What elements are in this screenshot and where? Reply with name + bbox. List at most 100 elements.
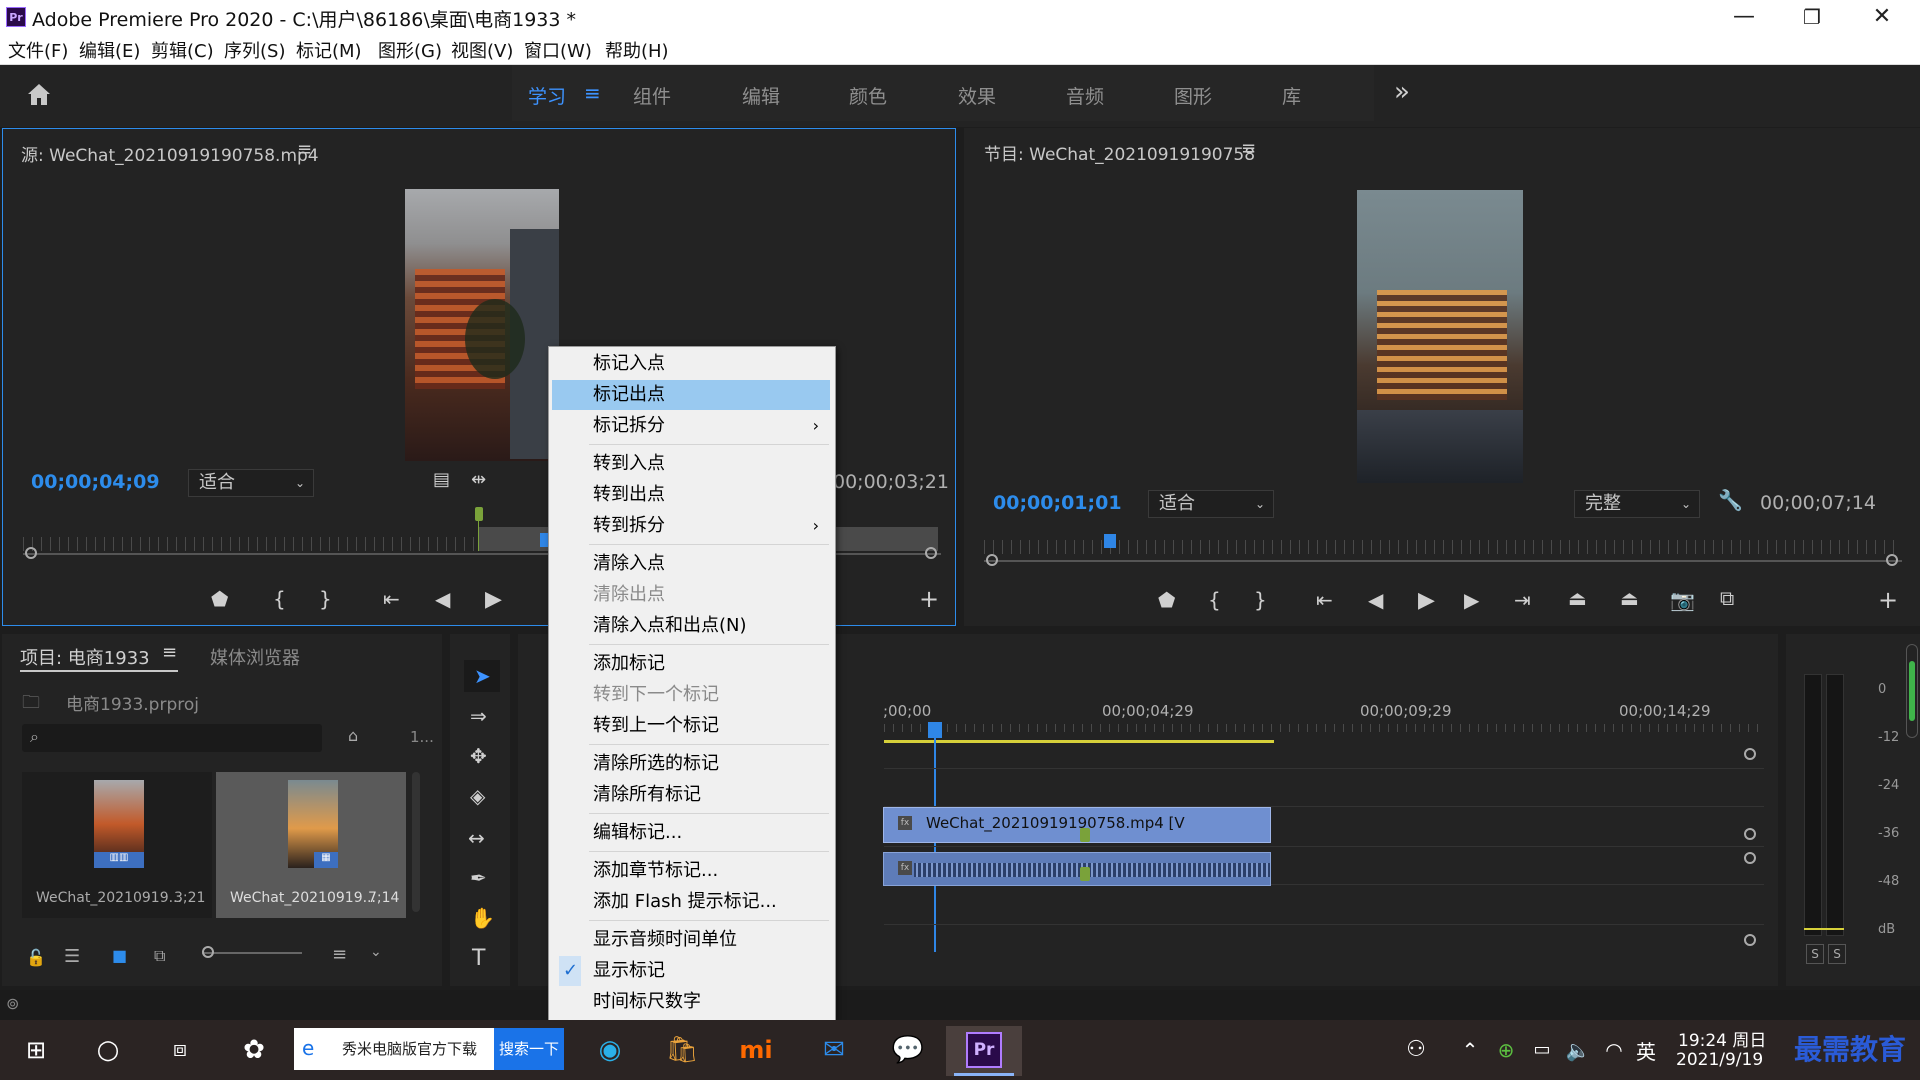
menu-item-add-flash-cue[interactable]: 添加 Flash 提示标记... [549, 887, 833, 917]
timeline-ruler[interactable] [884, 724, 1759, 732]
workspace-tab-libraries[interactable]: 库 [1282, 82, 1301, 109]
menu-item-add-chapter-marker[interactable]: 添加章节标记... [549, 856, 833, 886]
type-tool-icon[interactable]: T [472, 946, 485, 971]
sort-icon[interactable]: ≡ [332, 944, 347, 965]
go-to-in-icon[interactable]: ⇤ [383, 587, 400, 611]
wrench-icon[interactable]: 🔧 [1718, 488, 1743, 512]
menu-item-clear-in[interactable]: 清除入点 [549, 549, 833, 579]
mail-icon[interactable]: ✉ [814, 1030, 854, 1070]
menu-item-mark-split[interactable]: 标记拆分 › [549, 411, 833, 441]
button-editor-plus-icon[interactable]: + [1878, 586, 1898, 614]
menu-marker[interactable]: 标记(M) [296, 37, 362, 63]
task-view-icon[interactable]: ⧈ [160, 1030, 200, 1070]
premiere-taskbar-button[interactable]: Pr [946, 1026, 1022, 1076]
meter-scrollbar[interactable] [1906, 644, 1918, 738]
panel-menu-icon[interactable]: ≡ [162, 642, 177, 663]
battery-icon[interactable]: ▭ [1522, 1030, 1562, 1070]
drag-audio-icon[interactable]: ⇹ [471, 469, 486, 490]
wechat-icon[interactable]: 💬 [888, 1030, 928, 1070]
extract-icon[interactable]: ⏏ [1620, 586, 1639, 610]
lock-icon[interactable]: 🔓 [26, 948, 46, 967]
v-scroll-handle-top[interactable] [1744, 748, 1756, 760]
menu-item-clear-all-markers[interactable]: 清除所有标记 [549, 780, 833, 810]
add-marker-icon[interactable]: ⬟ [1158, 588, 1175, 612]
workspace-menu-icon[interactable]: ≡ [584, 81, 601, 105]
maximize-button[interactable]: ❐ [1778, 0, 1846, 34]
clock-date[interactable]: 2021/9/19 [1676, 1050, 1763, 1070]
input-method-indicator[interactable]: 英 [1636, 1036, 1656, 1065]
windows-start-icon[interactable]: ⊞ [16, 1030, 56, 1070]
panel-menu-icon[interactable]: ≡ [297, 139, 312, 160]
workspace-tab-color[interactable]: 颜色 [849, 82, 887, 109]
program-monitor-title[interactable]: 节目: WeChat_20210919190758 [984, 140, 1255, 165]
step-back-icon[interactable]: ◀︎ [435, 587, 450, 611]
pinwheel-app-icon[interactable]: ✿ [234, 1030, 274, 1070]
freeform-view-icon[interactable]: ⧉ [154, 946, 165, 966]
razor-tool-icon[interactable]: ◈ [470, 784, 485, 808]
more-workspaces-icon[interactable]: » [1394, 77, 1410, 107]
v-scroll-handle-bottom[interactable] [1744, 828, 1756, 840]
pen-tool-icon[interactable]: ✒ [470, 866, 487, 890]
minimize-button[interactable]: — [1710, 0, 1778, 34]
media-browser-tab[interactable]: 媒体浏览器 [210, 644, 300, 670]
taskbar-search-box[interactable]: e 秀米电脑版官方下载 [294, 1028, 494, 1070]
panel-menu-icon[interactable]: ≡ [1241, 138, 1256, 159]
taskbar-search-button[interactable]: 搜索一下 [494, 1028, 564, 1070]
menu-item-clear-in-out[interactable]: 清除入点和出点(N) [549, 611, 833, 641]
project-item-2[interactable]: ▦ WeChat_20210919... 7;14 [216, 772, 406, 918]
icon-view-icon[interactable]: ■ [112, 946, 127, 965]
home-icon[interactable] [24, 79, 54, 109]
project-search-input[interactable]: ⌕ [22, 724, 322, 752]
project-scrollbar[interactable] [412, 772, 420, 912]
button-editor-plus-icon[interactable]: + [919, 585, 939, 613]
solo-left-button[interactable]: S [1806, 944, 1824, 964]
show-hidden-icons-icon[interactable]: ⌃ [1450, 1030, 1490, 1070]
workspace-tab-audio[interactable]: 音频 [1066, 82, 1104, 109]
mark-in-icon[interactable]: { [273, 587, 286, 611]
slip-tool-icon[interactable]: ↔ [468, 826, 485, 850]
audio-clip[interactable]: fx [883, 852, 1271, 886]
project-tab[interactable]: 项目: 电商1933 [20, 644, 150, 670]
zoom-handle-left[interactable] [25, 547, 37, 559]
workspace-tab-assembly[interactable]: 组件 [633, 82, 671, 109]
source-monitor-title[interactable]: 源: WeChat_20210919190758.mp4 [21, 141, 319, 166]
in-point-marker[interactable] [475, 507, 483, 521]
people-icon[interactable]: ⚇ [1396, 1030, 1436, 1070]
a-scroll-handle-top[interactable] [1744, 852, 1756, 864]
menu-help[interactable]: 帮助(H) [605, 37, 669, 63]
menu-item-prev-marker[interactable]: 转到上一个标记 [549, 711, 833, 741]
add-marker-icon[interactable]: ⬟ [211, 587, 228, 611]
source-timecode[interactable]: 00;00;04;09 [31, 471, 160, 493]
workspace-tab-graphics[interactable]: 图形 [1174, 82, 1212, 109]
camera-icon[interactable]: 📷 [1670, 588, 1695, 612]
lift-icon[interactable]: ⏏ [1568, 586, 1587, 610]
go-to-out-icon[interactable]: ⇥ [1514, 588, 1531, 612]
menu-item-add-marker[interactable]: 添加标记 [549, 649, 833, 679]
store-icon[interactable]: 🛍 [662, 1030, 702, 1070]
new-bin-from-search-icon[interactable]: ⌂ [348, 726, 358, 745]
mark-out-icon[interactable]: } [319, 587, 332, 611]
go-to-in-icon[interactable]: ⇤ [1316, 588, 1333, 612]
a-scroll-handle-bottom[interactable] [1744, 934, 1756, 946]
clip-marker[interactable] [1080, 867, 1090, 881]
edge-browser-icon[interactable]: ◉ [590, 1030, 630, 1070]
step-forward-icon[interactable]: ▶︎ [1464, 588, 1479, 612]
mark-in-icon[interactable]: { [1208, 588, 1221, 612]
mark-out-icon[interactable]: } [1254, 588, 1267, 612]
zoom-handle-right[interactable] [1886, 554, 1898, 566]
wifi-icon[interactable]: ◠ [1594, 1030, 1634, 1070]
menu-item-clear-selected-markers[interactable]: 清除所选的标记 [549, 749, 833, 779]
menu-view[interactable]: 视图(V) [451, 37, 513, 63]
work-area-bar[interactable] [884, 740, 1274, 743]
mi-app-icon[interactable]: mi [736, 1030, 776, 1070]
program-timecode[interactable]: 00;00;01;01 [993, 492, 1122, 514]
workspace-tab-editing[interactable]: 编辑 [742, 82, 780, 109]
menu-graphics[interactable]: 图形(G) [378, 37, 442, 63]
list-view-icon[interactable]: ☰ [64, 946, 80, 967]
program-playhead[interactable] [1104, 534, 1116, 548]
ripple-edit-tool-icon[interactable]: ✥ [470, 744, 487, 768]
play-icon[interactable]: ▶︎ [485, 587, 502, 612]
menu-item-go-to-in[interactable]: 转到入点 [549, 449, 833, 479]
zoom-handle-right[interactable] [925, 547, 937, 559]
menu-item-go-to-out[interactable]: 转到出点 [549, 480, 833, 510]
